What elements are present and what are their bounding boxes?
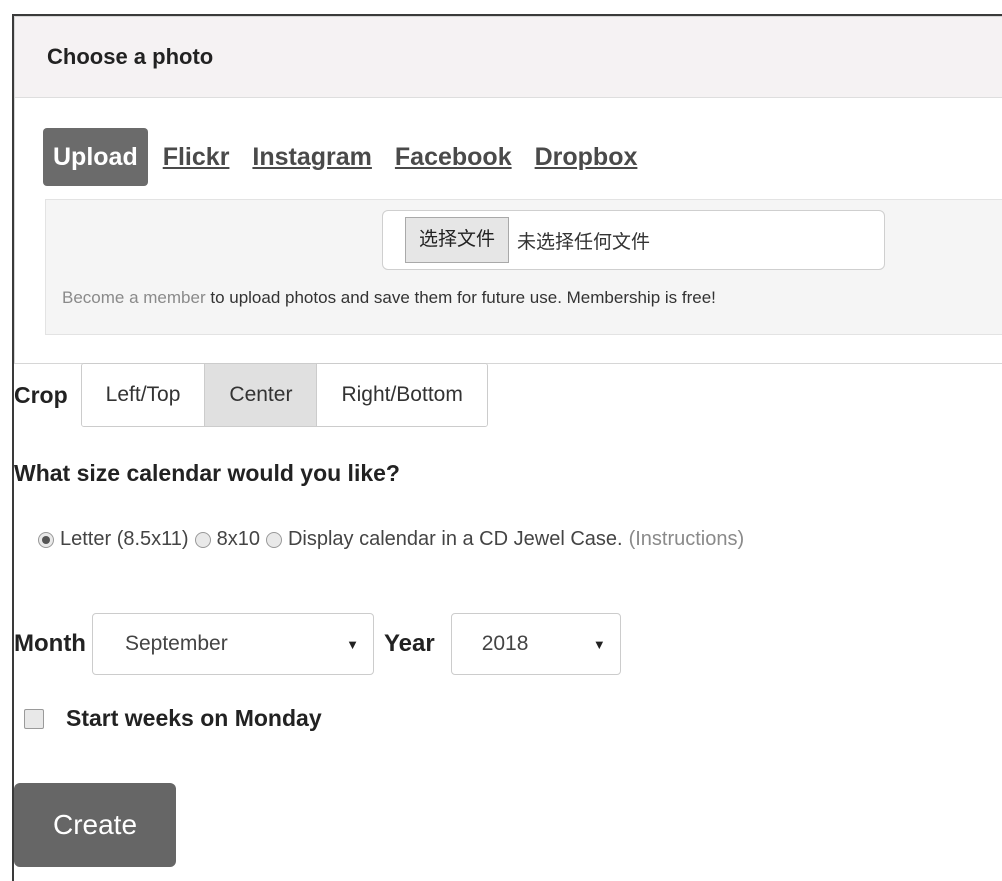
choose-file-button[interactable]: 选择文件 (405, 217, 510, 263)
month-label: Month (14, 630, 86, 657)
year-label: Year (383, 630, 435, 657)
start-monday-label: Start weeks on Monday (66, 705, 322, 731)
tab-dropbox[interactable]: Dropbox (535, 143, 638, 172)
create-button[interactable]: Create (14, 783, 176, 867)
radio-8x10-label: 8x10 (216, 528, 260, 550)
radio-letter[interactable] (38, 531, 54, 548)
start-monday-checkbox[interactable] (24, 708, 44, 729)
crop-row: Crop Left/Top Center Right/Bottom (14, 363, 488, 427)
month-value: September (124, 632, 228, 655)
become-member-link[interactable]: Become a member (62, 288, 206, 307)
instructions-link[interactable]: (Instructions) (629, 528, 745, 551)
radio-letter-label: Letter (8.5x11) (60, 528, 189, 550)
crop-options: Left/Top Center Right/Bottom (80, 363, 488, 427)
radio-8x10[interactable] (194, 531, 211, 548)
file-input[interactable]: 选择文件 未选择任何文件 (382, 210, 885, 270)
tab-instagram[interactable]: Instagram (252, 143, 371, 172)
crop-right-bottom-button[interactable]: Right/Bottom (317, 364, 487, 426)
crop-label: Crop (14, 381, 68, 408)
size-options: Letter (8.5x11) 8x10 Display calendar in… (38, 528, 744, 551)
size-heading: What size calendar would you like? (14, 460, 400, 486)
chevron-down-icon: ▼ (592, 636, 606, 652)
photo-panel-title: Choose a photo (15, 17, 1002, 98)
tab-facebook[interactable]: Facebook (395, 143, 512, 172)
radio-cd-jewel-case[interactable] (265, 531, 282, 548)
month-select[interactable]: September ▼ (91, 613, 374, 675)
year-select[interactable]: 2018 ▼ (450, 613, 621, 675)
crop-left-top-button[interactable]: Left/Top (81, 364, 206, 426)
tab-upload[interactable]: Upload (43, 128, 148, 186)
photo-panel: Choose a photo Upload Flickr Instagram F… (14, 16, 1002, 364)
upload-area: 选择文件 未选择任何文件 Become a member to upload p… (45, 199, 1002, 335)
membership-note-text: to upload photos and save them for futur… (205, 288, 716, 307)
photo-source-tabs: Upload Flickr Instagram Facebook Dropbox (43, 127, 660, 187)
file-status: 未选择任何文件 (517, 231, 651, 253)
tab-flickr[interactable]: Flickr (163, 143, 230, 172)
monday-option: Start weeks on Monday (24, 705, 322, 732)
date-row: Month September ▼ Year 2018 ▼ (14, 612, 621, 676)
year-value: 2018 (481, 632, 529, 655)
membership-note: Become a member to upload photos and sav… (62, 288, 716, 308)
radio-cd-jewel-case-label: Display calendar in a CD Jewel Case. (287, 528, 623, 550)
chevron-down-icon: ▼ (346, 636, 359, 652)
crop-center-button[interactable]: Center (205, 364, 318, 426)
